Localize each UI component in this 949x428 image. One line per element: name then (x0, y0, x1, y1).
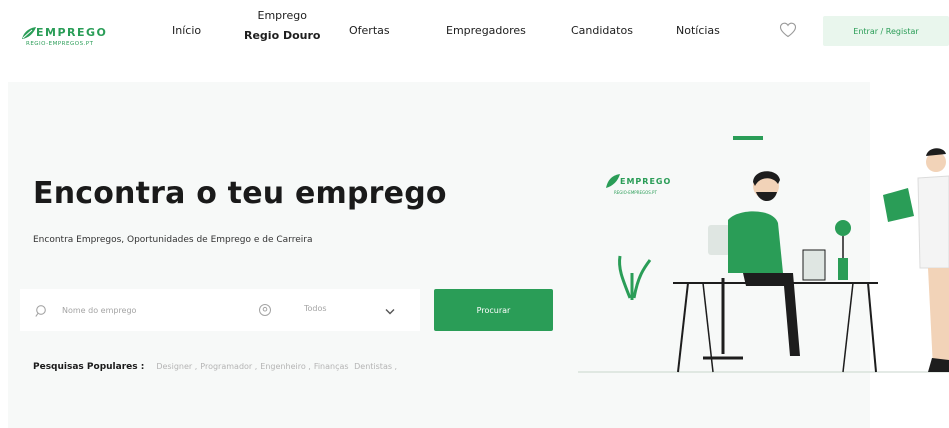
popular-search-engenheiro[interactable]: Engenheiro (260, 362, 305, 371)
illustration-logo-tagline: REGIO-EMPREGOS.PT (614, 190, 657, 195)
popular-search-programador[interactable]: Programador (200, 362, 252, 371)
top-navigation-bar: EMPREGO REGIO-EMPREGOS.PT Início Emprego… (0, 0, 949, 72)
search-button[interactable]: Procurar (434, 289, 553, 331)
heart-icon[interactable] (779, 22, 797, 38)
nav-emprego-regio-douro[interactable]: Emprego Regio Douro (244, 6, 320, 46)
logo-wordmark: EMPREGO (36, 26, 108, 39)
popular-search-designer[interactable]: Designer (156, 362, 192, 371)
chevron-down-icon[interactable] (385, 308, 395, 315)
nav-candidatos[interactable]: Candidatos (571, 24, 633, 37)
nav-empregadores[interactable]: Empregadores (446, 24, 526, 37)
nav-emprego-line1: Emprego (257, 9, 307, 22)
search-icon (35, 305, 46, 317)
nav-emprego-line2: Regio Douro (244, 29, 321, 42)
nav-noticias[interactable]: Notícias (676, 24, 720, 37)
popular-searches-label: Pesquisas Populares : (33, 362, 145, 372)
site-logo[interactable]: EMPREGO REGIO-EMPREGOS.PT (20, 22, 132, 52)
logo-tagline: REGIO-EMPREGOS.PT (26, 41, 94, 47)
illustration-logo-wordmark: EMPREGO (620, 177, 672, 186)
login-register-button[interactable]: Entrar / Registar (823, 16, 949, 46)
hero-subtitle: Encontra Empregos, Oportunidades de Empr… (33, 235, 313, 245)
nav-inicio[interactable]: Início (172, 24, 201, 37)
popular-search-financas[interactable]: Finanças (314, 362, 349, 371)
popular-search-dentistas[interactable]: Dentistas (354, 362, 392, 371)
job-name-input[interactable] (62, 302, 222, 318)
nav-ofertas[interactable]: Ofertas (349, 24, 390, 37)
location-select[interactable]: Todos (304, 304, 327, 313)
popular-searches: Pesquisas Populares : Designer , Program… (33, 362, 398, 372)
hero-title: Encontra o teu emprego (33, 176, 447, 211)
location-icon (259, 304, 271, 316)
office-worker-illustration (578, 136, 949, 373)
